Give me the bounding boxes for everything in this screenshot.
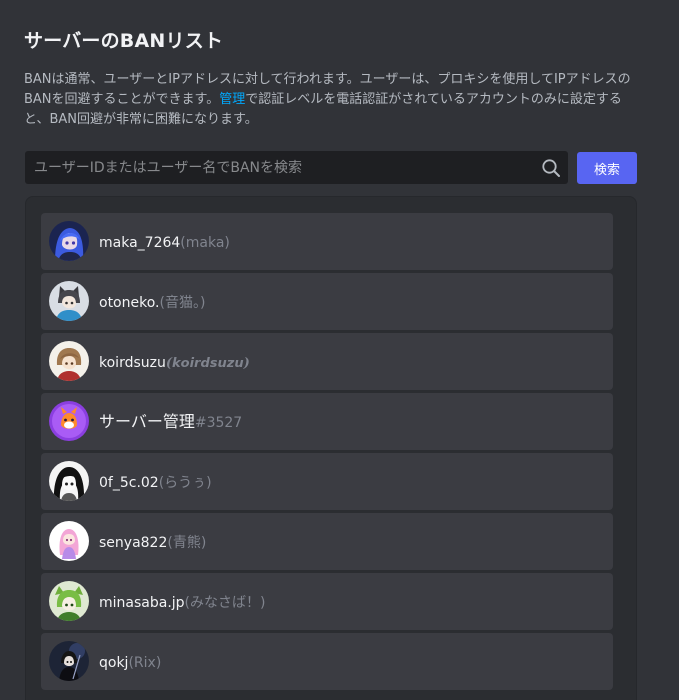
ban-item-username: minasaba.jp [99,595,185,611]
ban-item-names: qokj(Rix) [99,633,161,690]
search-icon[interactable] [541,158,561,178]
ban-item-display-name: (𝙠𝙤𝙞𝙧𝙙𝙨𝙪𝙯𝙪) [165,356,250,371]
ban-list-item[interactable]: maka_7264(maka) [41,213,613,270]
page-title: サーバーのBANリスト [24,30,224,52]
description-text: BANは通常、ユーザーとIPアドレスに対して行われます。ユーザーは、プロキシを使… [24,70,636,130]
ban-item-names: maka_7264(maka) [99,213,230,270]
ban-list-item[interactable]: minasaba.jp(みなさば！) [41,573,613,630]
search-box [25,151,568,184]
ban-list-item[interactable]: senya822(青熊) [41,513,613,570]
ban-list-item[interactable]: サーバー管理#3527 [41,393,613,450]
ban-item-names: 0f_5c.02(らうぅ) [99,453,212,510]
ban-list-item[interactable]: koirdsuzu(𝙠𝙤𝙞𝙧𝙙𝙨𝙪𝙯𝙪) [41,333,613,390]
ban-item-names: koirdsuzu(𝙠𝙤𝙞𝙧𝙙𝙨𝙪𝙯𝙪) [99,333,250,390]
ban-item-names: senya822(青熊) [99,513,206,570]
ban-list: maka_7264(maka) otoneko.(音猫。) koirdsuzu(… [41,213,613,693]
ban-item-display-name: #3527 [194,415,243,431]
avatar-dark-character [49,641,89,681]
avatar-blue-hair [49,221,89,261]
ban-list-item[interactable]: otoneko.(音猫。) [41,273,613,330]
ban-item-display-name: (青熊) [167,535,207,551]
ban-item-username: サーバー管理 [99,412,195,431]
ban-item-username: senya822 [99,535,168,551]
avatar-monochrome [49,461,89,501]
ban-list-item[interactable]: 0f_5c.02(らうぅ) [41,453,613,510]
ban-item-display-name: (maka) [180,235,230,251]
ban-item-display-name: (Rix) [128,655,162,671]
ban-item-names: minasaba.jp(みなさば！) [99,573,265,630]
avatar-purple-bot [49,401,89,441]
moderation-link[interactable]: 管理 [219,92,245,107]
search-button[interactable]: 検索 [577,152,637,184]
ban-list-panel: maka_7264(maka) otoneko.(音猫。) koirdsuzu(… [25,196,637,700]
ban-item-names: otoneko.(音猫。) [99,273,205,330]
ban-item-display-name: (みなさば！) [184,595,266,611]
ban-item-username: qokj [99,655,129,671]
ban-list-item[interactable]: qokj(Rix) [41,633,613,690]
ban-item-username: otoneko. [99,295,160,311]
ban-item-display-name: (らうぅ) [158,475,212,491]
avatar-cat-ears [49,281,89,321]
search-input[interactable] [25,151,535,184]
ban-item-username: koirdsuzu [99,355,166,371]
ban-item-names: サーバー管理#3527 [99,393,242,450]
avatar-brown-hair [49,341,89,381]
ban-list-page: サーバーのBANリスト BANは通常、ユーザーとIPアドレスに対して行われます。… [0,0,679,700]
avatar-pink-hair [49,521,89,561]
avatar-green-character [49,581,89,621]
ban-item-display-name: (音猫。) [159,295,206,311]
ban-item-username: 0f_5c.02 [99,475,159,491]
ban-item-username: maka_7264 [99,235,181,251]
